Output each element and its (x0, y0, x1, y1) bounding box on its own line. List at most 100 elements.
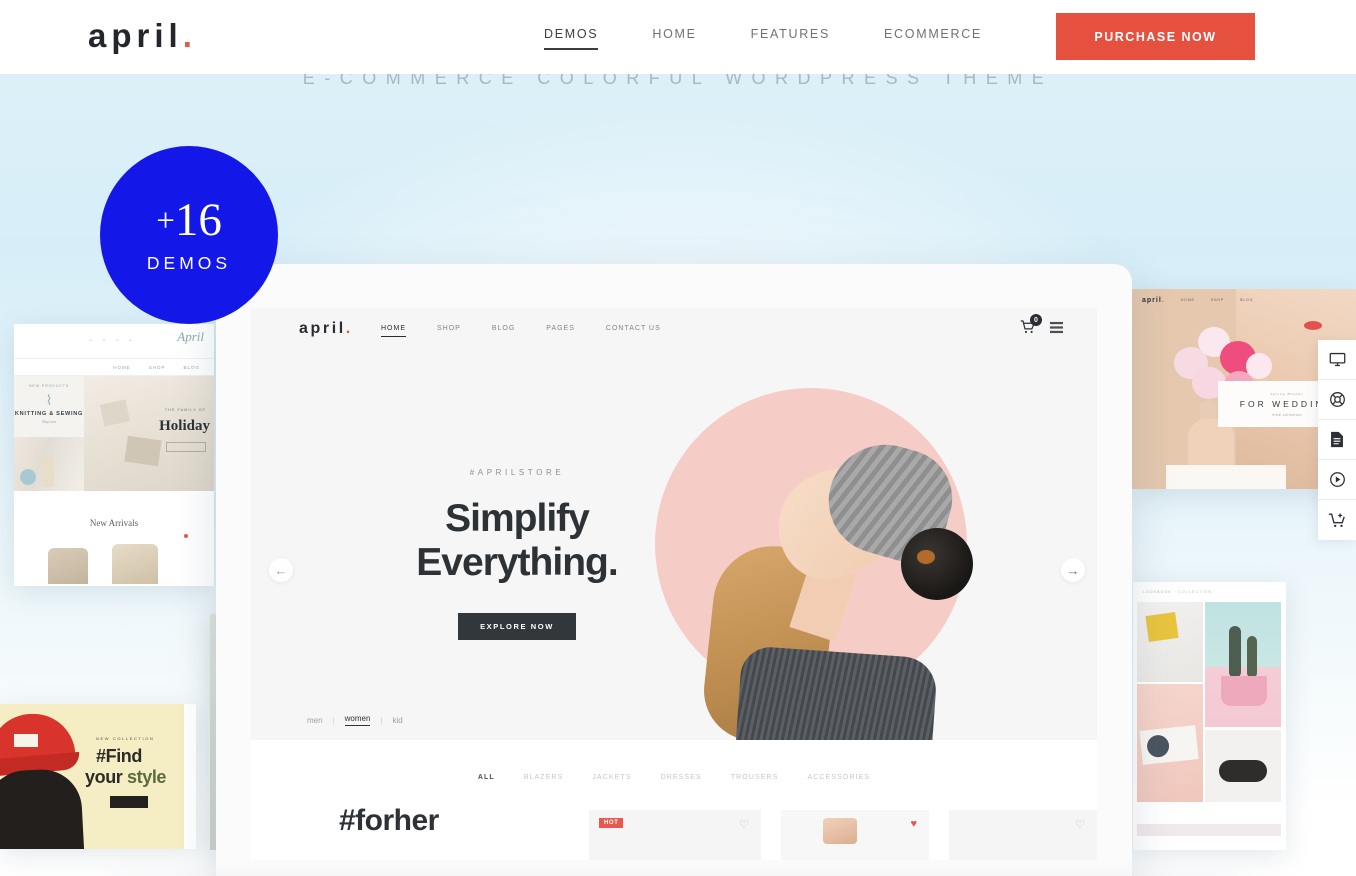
thumb-header: LOOKBOOK · COLLECTION (1143, 590, 1213, 594)
count-value: 16 (174, 193, 222, 246)
thumb-nav-item: BLOG (183, 364, 200, 370)
hair-shape (0, 767, 85, 849)
hot-badge: HOT (599, 818, 624, 828)
grid-tile-record (1137, 684, 1203, 802)
thumb-promo-tag: THE FAMILY OF (162, 406, 214, 414)
document-icon[interactable] (1318, 420, 1356, 460)
wishlist-heart-icon[interactable]: ♥ (910, 818, 917, 830)
gift-shape (99, 399, 131, 427)
hero-tagline: E-COMMERCE COLORFUL WORDPRESS THEME (302, 74, 1054, 88)
cart-plus-icon[interactable] (1318, 500, 1356, 540)
filter-dresses[interactable]: DRESSES (661, 774, 702, 781)
grid-tile-skirt (1137, 602, 1203, 682)
inner-logo-text: april (299, 320, 346, 337)
page-root: E-COMMERCE COLORFUL WORDPRESS THEME +16 … (0, 0, 1356, 876)
logo-text: april (88, 17, 183, 54)
brand-logo[interactable]: april. (88, 16, 192, 56)
thumb-nav: april. HOME SHOP BLOG (1132, 289, 1356, 311)
filter-blazers[interactable]: BLAZERS (524, 774, 564, 781)
category-kid[interactable]: kid (393, 716, 403, 725)
thumb-eyebrow: NEW PRODUCTS (28, 384, 70, 388)
inner-site-header: april. HOME SHOP BLOG PAGES CONTACT US 0 (251, 308, 1097, 358)
filter-accessories[interactable]: ACCESSORIES (807, 774, 870, 781)
inner-nav-shop[interactable]: SHOP (437, 325, 461, 337)
filter-jackets[interactable]: JACKETS (592, 774, 631, 781)
thumb-footer-bar (1137, 824, 1281, 836)
product-card[interactable]: ♡ (949, 810, 1097, 860)
inner-products-section: ALL BLAZERS JACKETS DRESSES TROUSERS ACC… (251, 740, 1097, 860)
floating-action-sidebar (1318, 340, 1356, 540)
cart-icon[interactable]: 0 (1020, 314, 1042, 339)
beanie-pompom (901, 528, 973, 600)
monitor-icon[interactable] (1318, 340, 1356, 380)
slider-prev-arrow-icon[interactable]: ← (269, 558, 293, 582)
primary-navigation: DEMOS HOME FEATURES ECOMMERCE (544, 27, 982, 50)
pot-shape (1221, 676, 1267, 706)
inner-nav-pages[interactable]: PAGES (546, 325, 575, 337)
card-eyebrow: Spring Blooms (1270, 391, 1304, 396)
nav-demos[interactable]: DEMOS (544, 27, 599, 50)
product-card[interactable]: HOT ♡ (589, 810, 761, 860)
model-dress-shape (1166, 465, 1286, 489)
purchase-now-button[interactable]: PURCHASE NOW (1056, 13, 1255, 60)
thumb-shop-button (110, 796, 148, 808)
category-women[interactable]: women (344, 714, 371, 726)
thumb-arrivals-grid (14, 528, 214, 584)
hero-eyebrow: #APRILSTORE (469, 468, 565, 477)
thumb-nav-item: SHOP (1210, 298, 1225, 302)
thumb-dots-icon: • • • • (90, 338, 137, 344)
inner-hero-slide: #APRILSTORE Simplify Everything. EXPLORE… (251, 358, 1097, 740)
thumb-edge (184, 704, 196, 849)
thumb-hero-row: NEW PRODUCTS ⌇ KNITTING & SEWING Shop no… (14, 376, 214, 491)
inner-nav-contact[interactable]: CONTACT US (606, 325, 661, 337)
demos-count-number: +16 (156, 193, 222, 246)
demo-thumbnail-findyourstyle[interactable]: NEW COLLECTION #Find your style (0, 704, 196, 849)
thumb-brand-script: April (177, 329, 204, 344)
filter-all[interactable]: ALL (478, 774, 495, 781)
inner-site-logo[interactable]: april. (299, 320, 353, 338)
explore-now-button[interactable]: EXPLORE NOW (458, 613, 576, 640)
lifebuoy-icon[interactable] (1318, 380, 1356, 420)
thumb-subtitle: Shop now (41, 420, 57, 424)
thumb-knitting-panel: NEW PRODUCTS ⌇ KNITTING & SEWING Shop no… (14, 376, 84, 491)
nav-ecommerce[interactable]: ECOMMERCE (884, 27, 982, 48)
thumb-title-line2: your style (85, 767, 166, 788)
thumb-topbar: • • • • April (14, 324, 214, 358)
headline-line1: Simplify (445, 497, 590, 540)
thumb-product (48, 548, 88, 584)
filter-trousers[interactable]: TROUSERS (731, 774, 779, 781)
thumb-logo-dot: . (1161, 296, 1165, 304)
category-switcher: men | women | kid (297, 714, 413, 726)
headline-line2: Everything. (416, 541, 618, 584)
slider-next-arrow-icon[interactable]: → (1061, 558, 1085, 582)
demos-badge-label: DEMOS (146, 252, 232, 273)
demo-thumbnail-lookbook[interactable]: LOOKBOOK · COLLECTION (1133, 582, 1286, 850)
grid-tile-model (1205, 730, 1281, 802)
site-header: april. DEMOS HOME FEATURES ECOMMERCE PUR… (0, 0, 1356, 74)
thumb-title: KNITTING & SEWING (14, 411, 84, 417)
cactus-shape (1229, 626, 1241, 678)
wishlist-heart-icon[interactable]: ♡ (1075, 818, 1085, 831)
inner-nav-home[interactable]: HOME (381, 325, 406, 337)
play-icon[interactable] (1318, 460, 1356, 500)
inner-nav-blog[interactable]: BLOG (492, 325, 515, 337)
thumb-nav: HOME SHOP BLOG (14, 358, 214, 376)
hero-copy-block: #APRILSTORE Simplify Everything. EXPLORE… (387, 468, 647, 640)
products-section-heading: #forher (339, 804, 439, 837)
model-lips-shape (1304, 321, 1322, 330)
thumb-spacer (14, 491, 214, 513)
inner-site-nav: HOME SHOP BLOG PAGES CONTACT US (381, 325, 692, 337)
cap-patch-shape (14, 734, 38, 747)
thumb-eyebrow: NEW COLLECTION (96, 736, 155, 741)
nav-features[interactable]: FEATURES (751, 27, 830, 48)
product-thumbnail-image (823, 818, 857, 844)
figure-shape (1219, 760, 1267, 782)
grid-menu-icon[interactable] (1050, 321, 1063, 339)
wishlist-heart-icon[interactable]: ♡ (739, 818, 749, 831)
gift-shape (124, 435, 162, 467)
category-men[interactable]: men (307, 716, 323, 725)
demo-thumbnail-knitting[interactable]: • • • • April HOME SHOP BLOG NEW PRODUCT… (14, 324, 214, 586)
hero-headline: Simplify Everything. (387, 497, 647, 585)
nav-home[interactable]: HOME (652, 27, 696, 48)
product-filter-tabs: ALL BLAZERS JACKETS DRESSES TROUSERS ACC… (251, 774, 1097, 781)
